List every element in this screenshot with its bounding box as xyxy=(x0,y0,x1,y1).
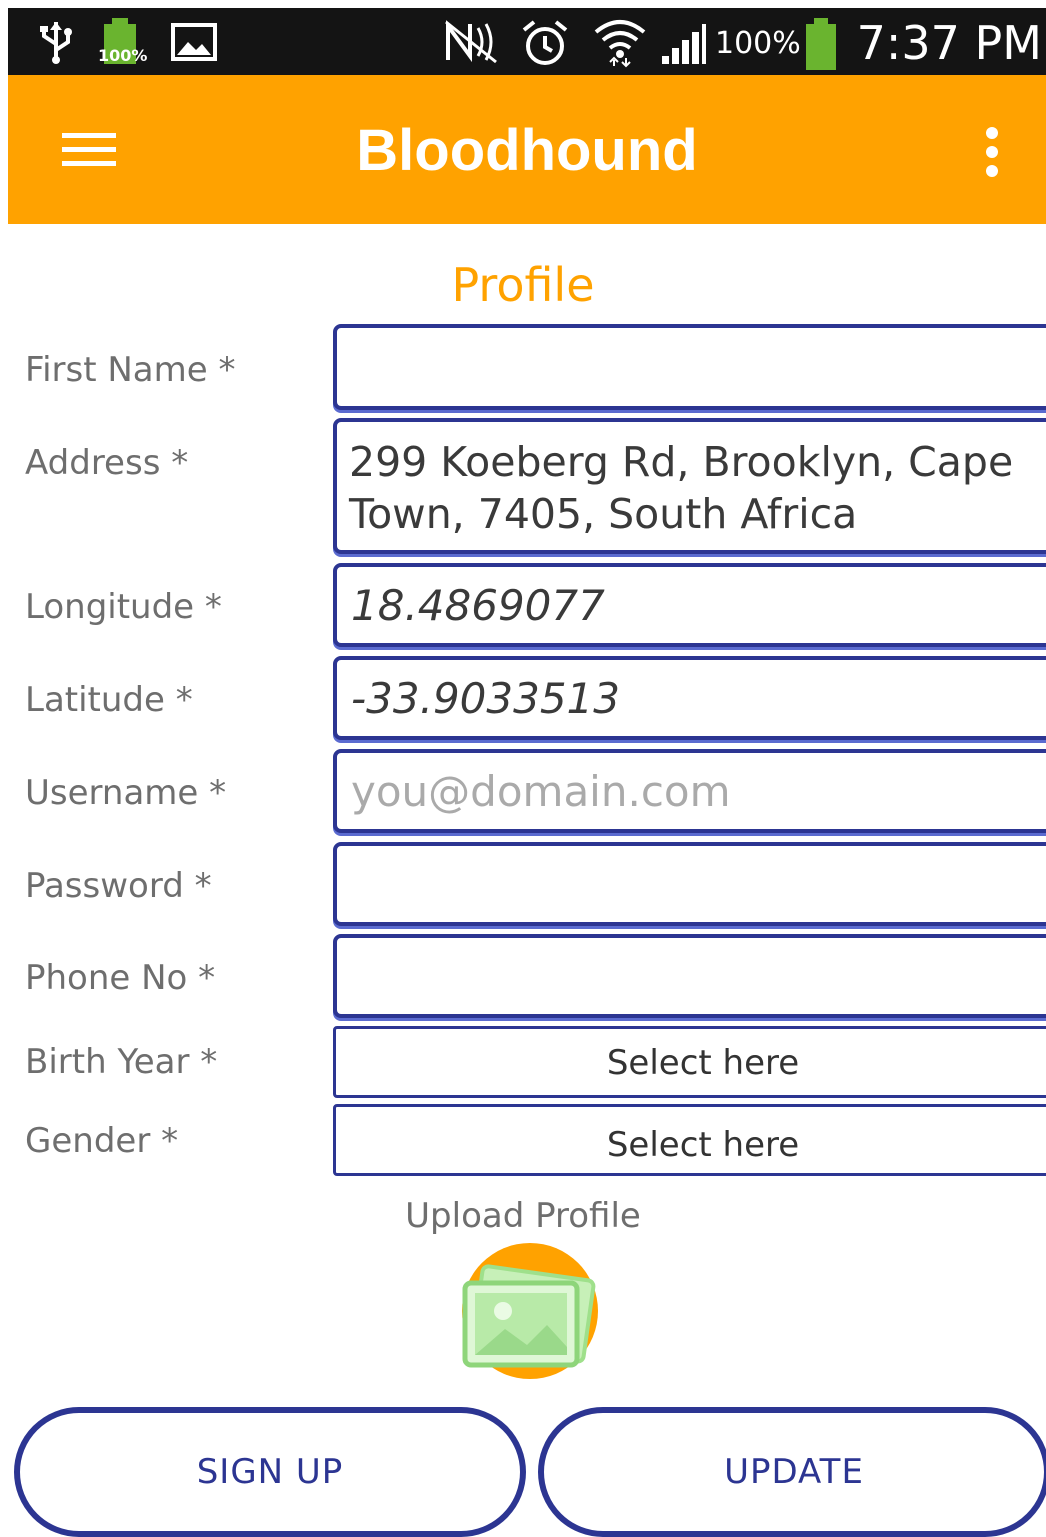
battery-percent: 100% xyxy=(715,26,801,61)
upload-profile-label: Upload Profile xyxy=(405,1196,641,1236)
usb-icon xyxy=(40,22,72,64)
username-input[interactable] xyxy=(337,753,1046,829)
address-label: Address * xyxy=(25,443,189,483)
gallery-notification-icon xyxy=(171,23,217,61)
app-bar: Bloodhound xyxy=(8,75,1046,224)
longitude-field-box xyxy=(333,563,1046,647)
password-field-box xyxy=(333,842,1046,926)
clock: 7:37 PM xyxy=(856,16,1042,70)
nfc-off-icon xyxy=(445,20,497,64)
birth-year-label: Birth Year * xyxy=(25,1042,218,1082)
phone-label: Phone No * xyxy=(25,958,216,998)
gender-label: Gender * xyxy=(25,1121,179,1161)
more-vert-icon[interactable] xyxy=(980,127,1004,177)
signal-strength-icon xyxy=(662,24,706,64)
alarm-icon xyxy=(522,20,568,65)
image-gallery-icon[interactable] xyxy=(455,1243,605,1383)
first-name-field-box xyxy=(333,324,1046,410)
username-field-box xyxy=(333,749,1046,833)
page-title: Profile xyxy=(451,258,595,312)
wifi-icon xyxy=(594,20,646,68)
phone-field-box xyxy=(333,934,1046,1018)
sign-up-button[interactable]: SIGN UP xyxy=(14,1407,526,1537)
address-field-box: 299 Koeberg Rd, Brooklyn, Cape Town, 740… xyxy=(333,418,1046,554)
password-input[interactable] xyxy=(337,846,1046,922)
app-title: Bloodhound xyxy=(356,118,698,183)
update-button[interactable]: UPDATE xyxy=(538,1407,1046,1537)
first-name-label: First Name * xyxy=(25,350,236,390)
address-input[interactable]: 299 Koeberg Rd, Brooklyn, Cape Town, 740… xyxy=(337,422,1046,550)
phone-input[interactable] xyxy=(337,938,1046,1014)
longitude-label: Longitude * xyxy=(25,587,222,627)
first-name-input[interactable] xyxy=(337,328,1046,406)
longitude-input[interactable] xyxy=(337,567,1046,643)
birth-year-select[interactable]: Select here xyxy=(333,1026,1046,1098)
username-label: Username * xyxy=(25,773,227,813)
latitude-field-box xyxy=(333,656,1046,740)
password-label: Password * xyxy=(25,866,212,906)
gender-select[interactable]: Select here xyxy=(333,1104,1046,1176)
latitude-input[interactable] xyxy=(337,660,1046,736)
status-bar: 100% 100% 7:37 PM xyxy=(8,8,1046,75)
battery-small-text: 100% xyxy=(98,46,148,65)
latitude-label: Latitude * xyxy=(25,680,193,720)
battery-icon xyxy=(806,18,836,70)
